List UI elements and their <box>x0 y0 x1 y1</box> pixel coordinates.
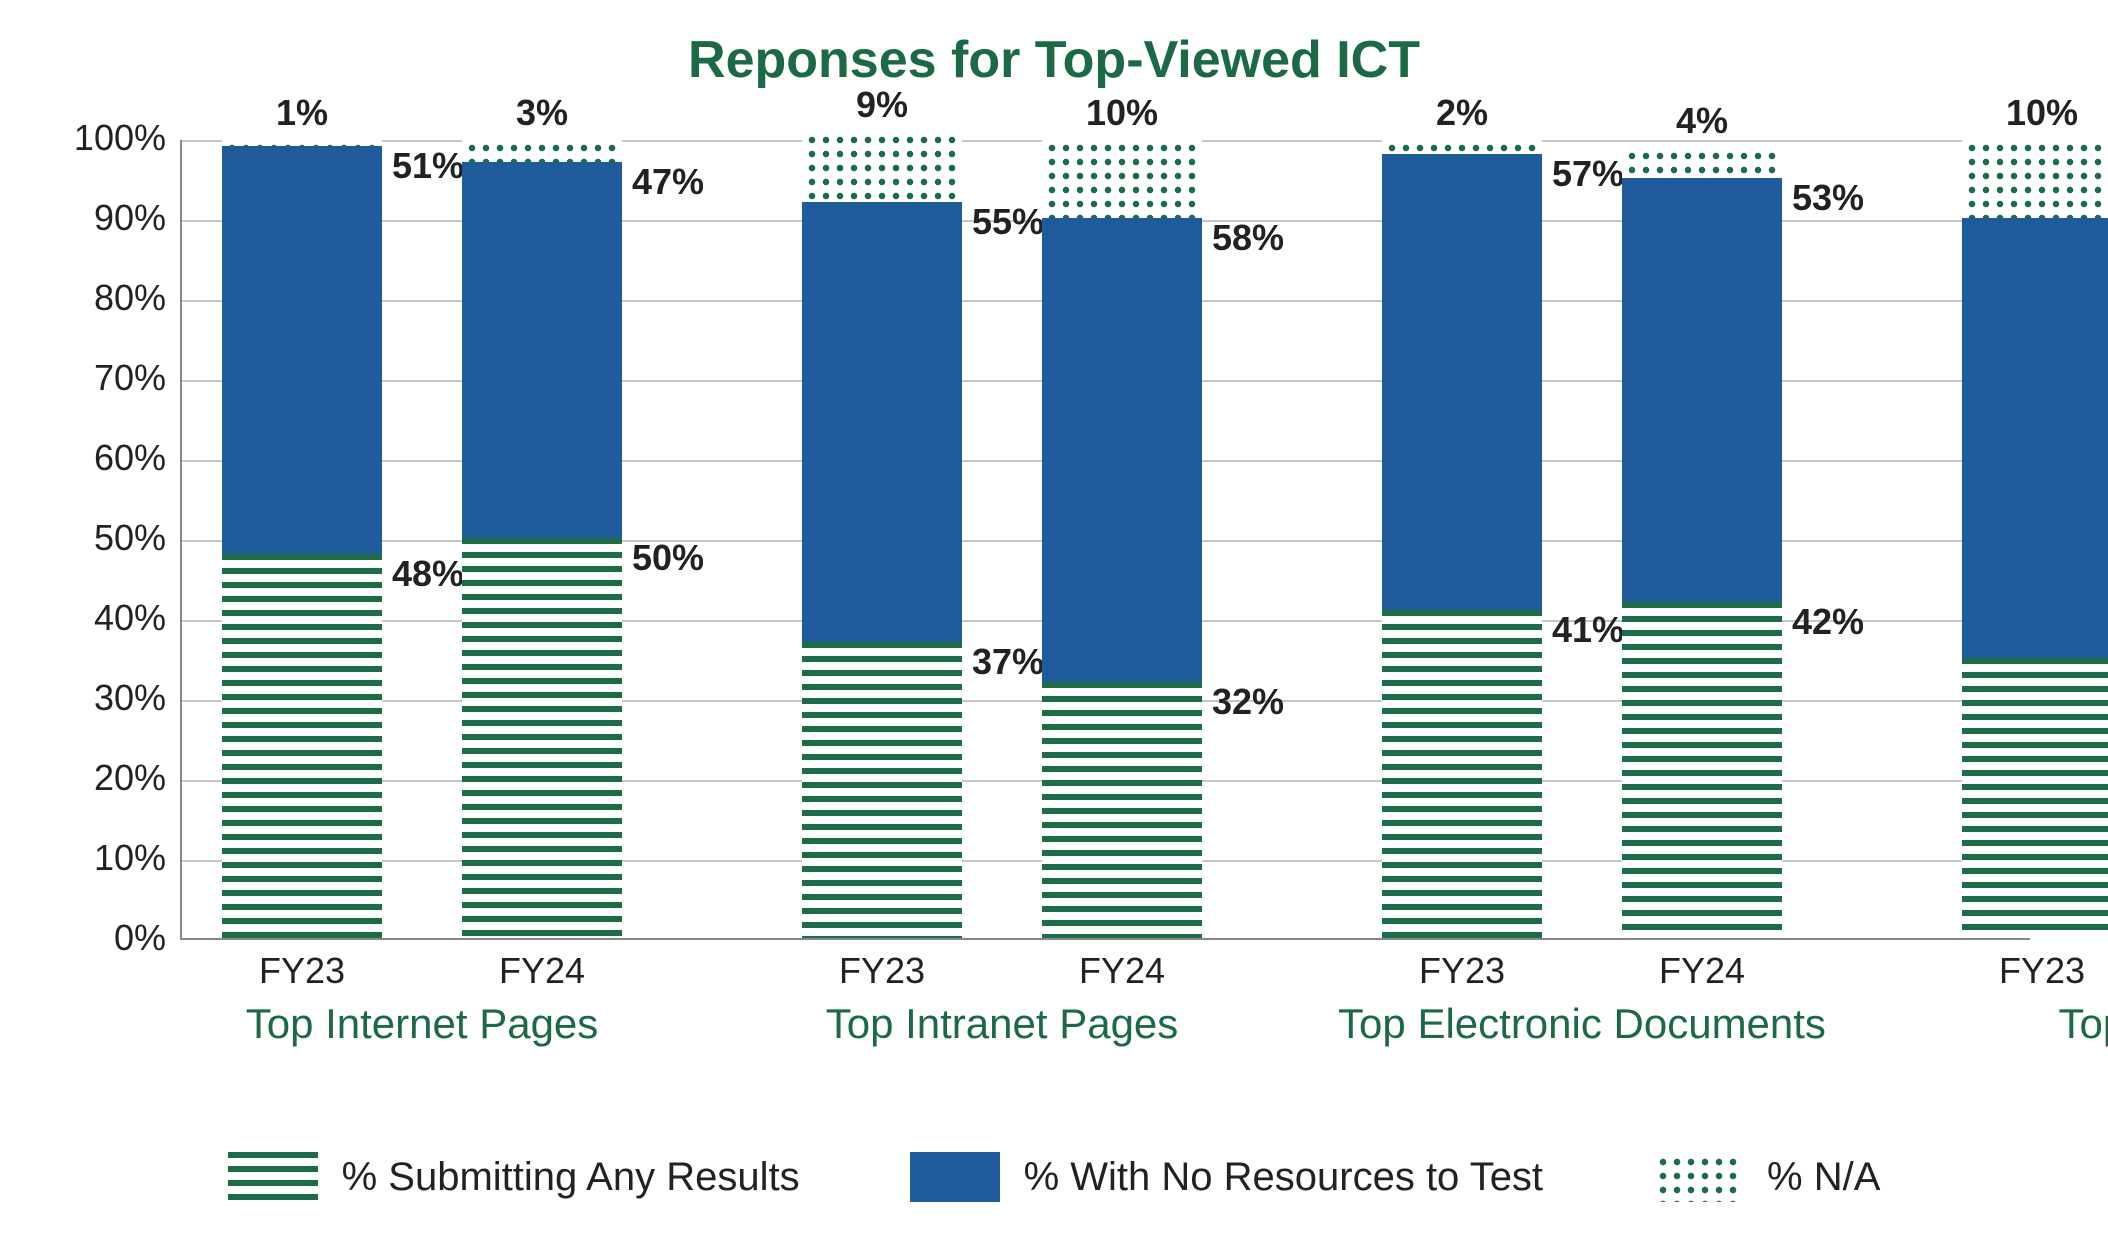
bar-seg-no-resources <box>1962 218 2108 658</box>
bar-seg-no-resources <box>1622 178 1782 602</box>
bar-seg-na <box>802 130 962 202</box>
bar-seg-na <box>462 138 622 162</box>
bar: 10%58%32% <box>1042 138 1202 938</box>
legend-item-submitting: % Submitting Any Results <box>228 1152 800 1202</box>
plot-area: 0%10%20%30%40%50%60%70%80%90%100%1%51%48… <box>180 140 2030 940</box>
legend-item-na: % N/A <box>1653 1152 1880 1202</box>
bar-seg-submitting <box>222 554 382 938</box>
bar-seg-na <box>1622 146 1782 178</box>
y-tick-label: 0% <box>114 917 166 959</box>
bar-seg-no-resources <box>802 202 962 642</box>
bar-seg-no-resources <box>1042 218 1202 682</box>
data-label-submitting: 42% <box>1792 601 1864 643</box>
data-label-na: 10% <box>1086 92 1158 134</box>
bar-seg-submitting <box>1622 602 1782 938</box>
chart-title: Reponses for Top-Viewed ICT <box>0 30 2108 90</box>
x-tick-label: FY24 <box>1622 950 1782 992</box>
bar-seg-submitting <box>1962 658 2108 938</box>
x-group-label: Top Internet Pages <box>246 1000 599 1048</box>
bar-seg-submitting <box>462 538 622 938</box>
legend-item-no-resources: % With No Resources to Test <box>910 1152 1543 1202</box>
x-group-label: Top Electronic Documents <box>1338 1000 1826 1048</box>
legend-label: % N/A <box>1767 1155 1880 1200</box>
bar-seg-submitting <box>1382 610 1542 938</box>
data-label-na: 2% <box>1436 92 1488 134</box>
bar-seg-submitting <box>1042 682 1202 938</box>
x-tick-label: FY24 <box>462 950 622 992</box>
data-label-na: 3% <box>516 92 568 134</box>
x-group-label: Top Intranet Pages <box>826 1000 1179 1048</box>
bar-seg-na <box>222 138 382 146</box>
y-tick-label: 60% <box>94 437 166 479</box>
x-group-label: Top Videos <box>2058 1000 2108 1048</box>
bar-seg-na <box>1382 138 1542 154</box>
y-tick-label: 40% <box>94 597 166 639</box>
legend-label: % Submitting Any Results <box>342 1155 800 1200</box>
chart-container: Reponses for Top-Viewed ICT 0%10%20%30%4… <box>0 0 2108 1242</box>
legend-label: % With No Resources to Test <box>1024 1155 1543 1200</box>
data-label-submitting: 37% <box>972 641 1044 683</box>
y-tick-label: 80% <box>94 277 166 319</box>
bar: 3%47%50% <box>462 138 622 938</box>
data-label-no-resources: 53% <box>1792 177 1864 219</box>
data-label-submitting: 32% <box>1212 681 1284 723</box>
x-tick-label: FY23 <box>802 950 962 992</box>
y-tick-label: 30% <box>94 677 166 719</box>
legend-swatch-solid-icon <box>910 1152 1000 1202</box>
y-tick-label: 100% <box>74 117 166 159</box>
x-tick-label: FY24 <box>1042 950 1202 992</box>
data-label-na: 1% <box>276 92 328 134</box>
x-tick-label: FY23 <box>1962 950 2108 992</box>
bar-seg-submitting <box>802 642 962 938</box>
data-label-no-resources: 51% <box>392 145 464 187</box>
bar: 2%57%41% <box>1382 138 1542 938</box>
x-tick-label: FY23 <box>222 950 382 992</box>
data-label-submitting: 50% <box>632 537 704 579</box>
data-label-submitting: 48% <box>392 553 464 595</box>
data-label-no-resources: 57% <box>1552 153 1624 195</box>
data-label-no-resources: 58% <box>1212 217 1284 259</box>
legend-swatch-dots-icon <box>1653 1152 1743 1202</box>
y-tick-label: 50% <box>94 517 166 559</box>
bar: 1%51%48% <box>222 138 382 938</box>
bar-seg-no-resources <box>462 162 622 538</box>
bar-seg-na <box>1962 138 2108 218</box>
data-label-no-resources: 55% <box>972 201 1044 243</box>
bar-seg-no-resources <box>1382 154 1542 610</box>
bar: 4%53%42% <box>1622 138 1782 938</box>
legend: % Submitting Any Results % With No Resou… <box>0 1152 2108 1202</box>
bar-seg-no-resources <box>222 146 382 554</box>
bar: 9%55%37% <box>802 138 962 938</box>
data-label-na: 4% <box>1676 100 1728 142</box>
x-tick-label: FY23 <box>1382 950 1542 992</box>
data-label-na: 9% <box>856 84 908 126</box>
bar-seg-na <box>1042 138 1202 218</box>
y-tick-label: 90% <box>94 197 166 239</box>
bar: 10%55%35% <box>1962 138 2108 938</box>
y-tick-label: 10% <box>94 837 166 879</box>
data-label-no-resources: 47% <box>632 161 704 203</box>
data-label-submitting: 41% <box>1552 609 1624 651</box>
y-tick-label: 20% <box>94 757 166 799</box>
legend-swatch-stripes-icon <box>228 1152 318 1202</box>
data-label-na: 10% <box>2006 92 2078 134</box>
y-tick-label: 70% <box>94 357 166 399</box>
